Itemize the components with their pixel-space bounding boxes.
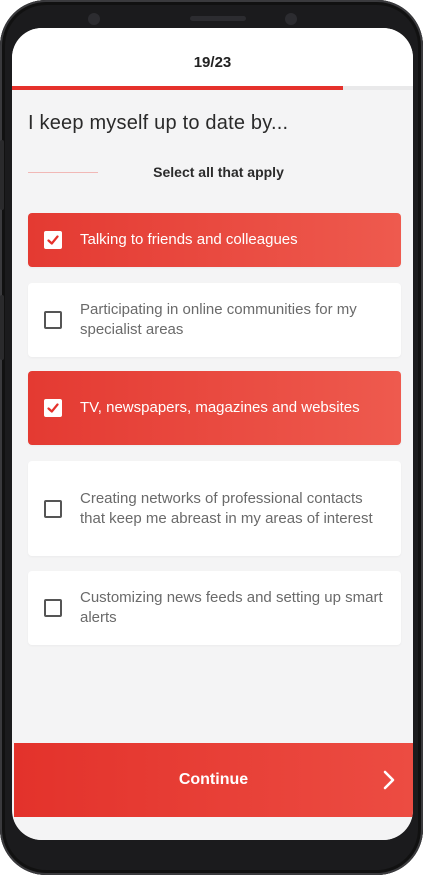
speaker-grille xyxy=(190,16,246,21)
progress-bar xyxy=(12,86,413,90)
header: 19/23 xyxy=(12,28,413,86)
checkbox[interactable] xyxy=(44,599,62,617)
option-news-feeds[interactable]: Customizing news feeds and setting up sm… xyxy=(28,571,401,645)
option-tv-newspapers[interactable]: TV, newspapers, magazines and websites xyxy=(28,371,401,445)
front-sensor xyxy=(88,13,100,25)
question-title: I keep myself up to date by... xyxy=(28,112,289,134)
option-label: Customizing news feeds and setting up sm… xyxy=(80,589,383,626)
progress-fill xyxy=(12,86,344,90)
continue-button[interactable]: Continue xyxy=(14,743,413,817)
volume-button xyxy=(0,140,4,210)
app-screen: 19/23 I keep myself up to date by... Sel… xyxy=(12,28,413,840)
option-label: Talking to friends and colleagues xyxy=(80,231,298,248)
option-online-communities[interactable]: Participating in online communities for … xyxy=(28,283,401,357)
phone-frame: 19/23 I keep myself up to date by... Sel… xyxy=(0,0,423,875)
checkbox[interactable] xyxy=(44,231,62,249)
option-label: Participating in online communities for … xyxy=(80,301,357,338)
front-camera xyxy=(285,13,297,25)
checkmark-icon xyxy=(47,403,59,413)
option-label: Creating networks of professional contac… xyxy=(80,489,373,527)
option-talking-friends[interactable]: Talking to friends and colleagues xyxy=(28,213,401,267)
progress-counter: 19/23 xyxy=(193,54,232,71)
checkmark-icon xyxy=(47,235,59,245)
checkbox[interactable] xyxy=(44,311,62,329)
bottom-safe-area xyxy=(12,817,413,840)
power-button xyxy=(0,295,4,360)
continue-label: Continue xyxy=(178,771,249,788)
instruction-text: Select all that apply xyxy=(153,164,284,180)
checkbox[interactable] xyxy=(44,399,62,417)
checkbox[interactable] xyxy=(44,499,62,518)
chevron-right-icon xyxy=(383,770,395,790)
option-label: TV, newspapers, magazines and websites xyxy=(80,399,360,416)
option-professional-networks[interactable]: Creating networks of professional contac… xyxy=(28,461,401,556)
